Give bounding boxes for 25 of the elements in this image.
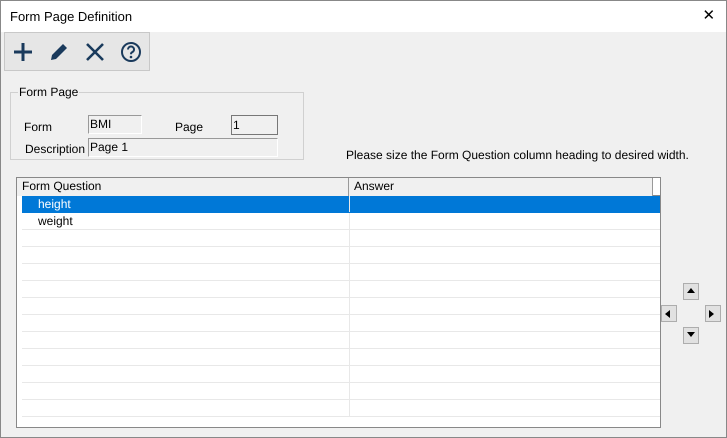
delete-button[interactable]: [84, 40, 106, 62]
add-button[interactable]: [12, 40, 34, 62]
help-icon: [120, 40, 142, 62]
field-label: Page: [175, 119, 204, 136]
move-left-button[interactable]: [661, 305, 677, 322]
table-cell-text: height: [37, 196, 72, 212]
field-label: Description: [25, 141, 86, 158]
close-icon: [84, 40, 106, 62]
move-down-button[interactable]: [683, 327, 699, 344]
field-label: Form: [24, 119, 52, 136]
window-title: Form Page Definition: [10, 8, 132, 26]
close-button[interactable]: ✕: [694, 2, 724, 32]
hint-text: Please size the Form Question column heading to desired width.: [346, 147, 689, 164]
add-icon: [12, 40, 34, 62]
text-field[interactable]: BMI: [88, 115, 142, 134]
text-field[interactable]: Page 1: [88, 138, 278, 157]
move-up-button[interactable]: [683, 283, 699, 300]
column-header[interactable]: Form Question: [17, 178, 349, 196]
column-header[interactable]: Answer: [349, 178, 653, 196]
table-row[interactable]: height: [22, 196, 660, 213]
text-field[interactable]: 1: [231, 115, 278, 135]
table-row[interactable]: weight: [22, 213, 660, 230]
move-right-button[interactable]: [705, 305, 721, 322]
help-button[interactable]: [120, 40, 142, 62]
table-cell-text: weight: [37, 213, 74, 229]
